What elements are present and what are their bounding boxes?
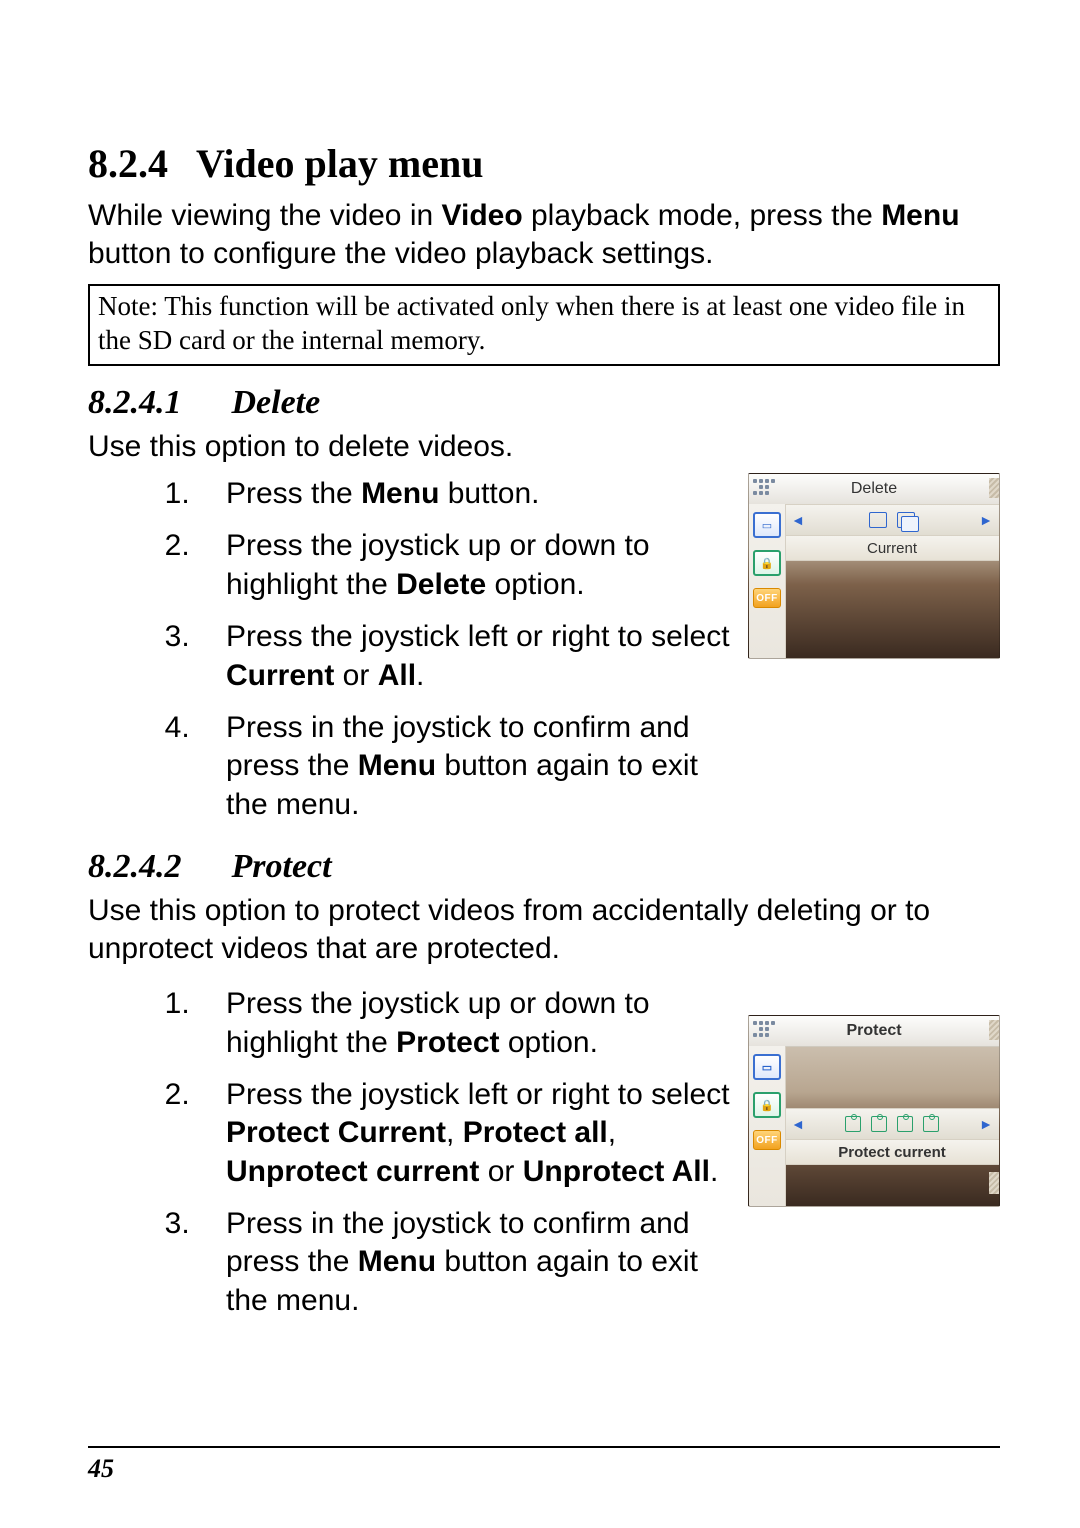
step-item: Press in the joystick to confirm and pre… [198, 1205, 730, 1320]
text-bold: Protect all [463, 1116, 608, 1149]
delete-lead: Use this option to delete videos. [88, 428, 1000, 466]
shot-option-band: ◄ ► [785, 1108, 999, 1140]
section-heading: 8.2.4 Video play menu [88, 140, 1000, 187]
shot-sidebar: ▭ 🔒 OFF [749, 504, 786, 658]
text: option. [486, 568, 584, 601]
shot-option-band: ◄ ► [785, 504, 999, 536]
unprotect-current-icon [897, 1116, 913, 1132]
subsection-title: Protect [232, 848, 332, 885]
text-bold: Menu [881, 199, 959, 232]
text-bold: Menu [358, 749, 436, 782]
shot-caption: Current [785, 536, 999, 561]
shot-sidebar: ▭ 🔒 OFF [749, 1046, 786, 1206]
protect-screenshot: Protect ◄ ► Protect current ▭ 🔒 OFF [748, 1015, 1000, 1207]
left-arrow-icon: ◄ [791, 512, 805, 528]
grid-icon [753, 479, 779, 497]
text: or [334, 659, 377, 692]
shot-option-icons [869, 512, 915, 528]
text: , [608, 1116, 616, 1149]
text: While viewing the video in [88, 199, 442, 232]
off-badge: OFF [753, 1130, 781, 1150]
scroll-handle-icon [989, 1172, 999, 1194]
step-item: Press in the joystick to confirm and pre… [198, 709, 730, 824]
note-box: Note: This function will be activated on… [88, 284, 1000, 366]
page-number: 45 [88, 1454, 114, 1484]
text: , [446, 1116, 463, 1149]
subsection-heading-delete: 8.2.4.1 Delete [88, 384, 1000, 422]
manual-page: 8.2.4 Video play menu While viewing the v… [0, 0, 1080, 1528]
step-item: Press the joystick left or right to sele… [198, 618, 730, 695]
protect-tab-icon: 🔒 [753, 550, 781, 576]
subsection-heading-protect: 8.2.4.2 Protect [88, 848, 1000, 886]
text: . [416, 659, 424, 692]
text-bold: Delete [396, 568, 486, 601]
shot-titlebar: Protect [749, 1016, 999, 1047]
footer-rule [88, 1446, 1000, 1448]
subsection-number: 8.2.4.1 [88, 384, 182, 422]
text-bold: Protect [396, 1026, 499, 1059]
left-arrow-icon: ◄ [791, 1116, 805, 1132]
shot-caption-text: Current [867, 540, 917, 557]
step-item: Press the joystick up or down to highlig… [198, 985, 730, 1062]
text-bold: Current [226, 659, 334, 692]
right-arrow-icon: ► [979, 1116, 993, 1132]
note-text: Note: This function will be activated on… [98, 291, 965, 355]
text: option. [500, 1026, 598, 1059]
protect-all-icon [871, 1116, 887, 1132]
unprotect-all-icon [923, 1116, 939, 1132]
protect-steps: Press the joystick up or down to highlig… [88, 985, 730, 1320]
protect-current-icon [845, 1116, 861, 1132]
text: or [479, 1155, 522, 1188]
multi-icon [897, 512, 915, 528]
shot-title: Delete [851, 480, 897, 498]
protect-tab-icon: 🔒 [753, 1092, 781, 1118]
shot-titlebar: Delete [749, 474, 999, 505]
protect-steps-col: Press the joystick up or down to highlig… [88, 979, 730, 1334]
text: . [710, 1155, 718, 1188]
delete-steps: Press the Menu button. Press the joystick… [88, 475, 730, 824]
section-title: Video play menu [196, 141, 483, 186]
delete-row: Press the Menu button. Press the joystick… [88, 469, 1000, 838]
text: button. [439, 477, 539, 510]
intro-paragraph: While viewing the video in Video playbac… [88, 197, 1000, 272]
delete-tab-icon: ▭ [753, 1054, 781, 1080]
protect-row: Press the joystick up or down to highlig… [88, 979, 1000, 1334]
text-bold: Unprotect All [523, 1155, 710, 1188]
grid-icon [753, 1021, 779, 1039]
step-item: Press the joystick left or right to sele… [198, 1076, 730, 1191]
text-bold: All [378, 659, 416, 692]
shot-caption-text: Protect current [838, 1144, 946, 1161]
shot-title: Protect [846, 1022, 901, 1040]
text-bold: Video [442, 199, 523, 232]
text: Press the joystick left or right to sele… [226, 1078, 730, 1111]
shot-option-icons [845, 1116, 939, 1132]
shot-caption: Protect current [785, 1140, 999, 1165]
text-bold: Protect Current [226, 1116, 446, 1149]
scroll-handle-icon [989, 478, 999, 498]
delete-screenshot: Delete ◄ ► Current ▭ 🔒 OFF [748, 473, 1000, 659]
step-item: Press the Menu button. [198, 475, 730, 513]
delete-steps-col: Press the Menu button. Press the joystick… [88, 469, 730, 838]
delete-tab-icon: ▭ [753, 512, 781, 538]
right-arrow-icon: ► [979, 512, 993, 528]
text-bold: Menu [358, 1245, 436, 1278]
text: Press the joystick left or right to sele… [226, 620, 730, 653]
text-bold: Menu [361, 477, 439, 510]
text: button to configure the video playback s… [88, 237, 713, 270]
single-icon [869, 512, 887, 528]
scroll-handle-icon [989, 1020, 999, 1040]
text: playback mode, press the [523, 199, 882, 232]
subsection-title: Delete [232, 384, 321, 421]
text-bold: Unprotect current [226, 1155, 479, 1188]
step-item: Press the joystick up or down to highlig… [198, 527, 730, 604]
off-badge: OFF [753, 588, 781, 608]
section-number: 8.2.4 [88, 140, 168, 187]
protect-lead: Use this option to protect videos from a… [88, 892, 1000, 967]
subsection-number: 8.2.4.2 [88, 848, 182, 886]
text: Press the [226, 477, 361, 510]
